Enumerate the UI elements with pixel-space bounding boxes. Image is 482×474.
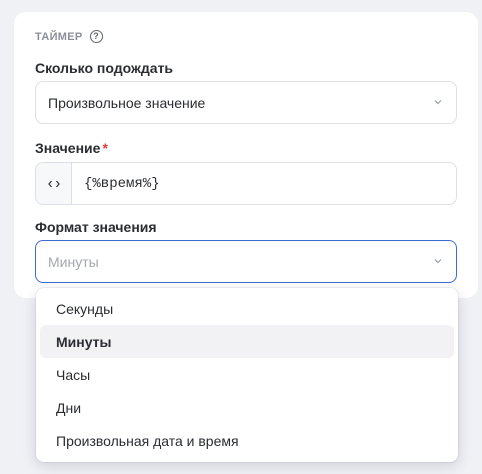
option-days[interactable]: Дни (40, 391, 454, 424)
option-seconds[interactable]: Секунды (40, 292, 454, 325)
value-input[interactable]: {%время%} (35, 162, 457, 205)
chevron-down-icon (434, 258, 442, 263)
wait-select[interactable]: Произвольное значение (35, 81, 457, 124)
option-minutes[interactable]: Минуты (40, 325, 454, 358)
section-header: ТАЙМЕР ? (35, 30, 103, 43)
option-hours[interactable]: Часы (40, 358, 454, 391)
format-select-placeholder: Минуты (48, 253, 99, 270)
format-select[interactable]: Минуты (35, 240, 457, 283)
value-input-text[interactable]: {%время%} (72, 163, 160, 204)
code-brackets-icon[interactable] (36, 163, 72, 204)
value-label: Значение * (35, 140, 108, 156)
chevron-down-icon (434, 99, 442, 104)
code-icon-glyph (47, 180, 60, 187)
format-label: Формат значения (35, 219, 157, 235)
required-mark: * (102, 140, 108, 156)
wait-select-value: Произвольное значение (48, 94, 206, 111)
option-custom-datetime[interactable]: Произвольная дата и время (40, 424, 454, 457)
format-dropdown: Секунды Минуты Часы Дни Произвольная дат… (36, 288, 458, 462)
section-title: ТАЙМЕР (35, 30, 83, 43)
wait-label: Сколько подождать (35, 60, 174, 76)
value-label-text: Значение (35, 140, 101, 156)
help-icon[interactable]: ? (89, 30, 103, 43)
timer-card: ТАЙМЕР ? Сколько подождать Произвольное … (14, 12, 478, 298)
